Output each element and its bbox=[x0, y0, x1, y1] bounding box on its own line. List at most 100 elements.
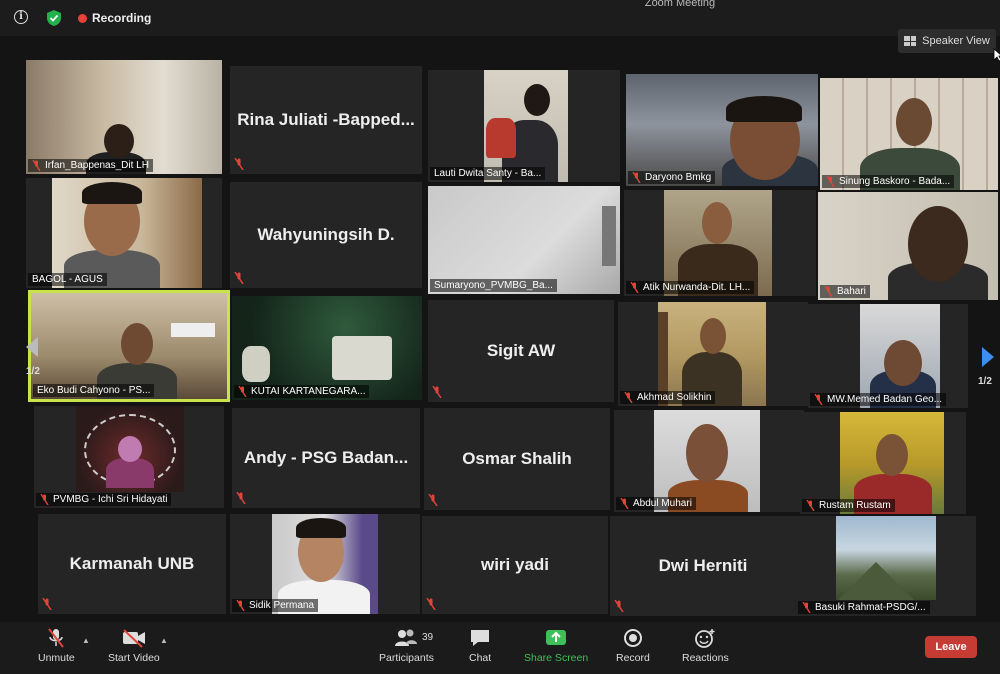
participant-name: Sumaryono_PVMBG_Ba... bbox=[434, 280, 553, 291]
start-video-button[interactable]: Start Video bbox=[108, 628, 160, 664]
participant-tile[interactable]: Wahyuningsih D. bbox=[230, 182, 422, 288]
share-screen-label: Share Screen bbox=[524, 652, 589, 664]
chat-button[interactable]: Chat bbox=[469, 628, 491, 664]
leave-button[interactable]: Leave bbox=[925, 636, 977, 658]
record-button[interactable]: Record bbox=[616, 628, 650, 664]
chat-bubble-icon bbox=[471, 630, 490, 646]
muted-mic-icon bbox=[236, 600, 245, 611]
active-speaker-tile[interactable]: Eko Budi Cahyono - PS... bbox=[28, 290, 230, 402]
participant-name-label: Sinung Baskoro - Bada... bbox=[822, 175, 955, 188]
participant-tile[interactable]: KUTAI KARTANEGARA... bbox=[232, 296, 422, 400]
participant-name-label: Daryono Bmkg bbox=[628, 171, 716, 184]
participant-video bbox=[76, 406, 184, 492]
muted-mic-icon bbox=[620, 498, 629, 509]
participant-tile[interactable]: Sidik Permana bbox=[230, 514, 420, 614]
muted-mic-icon bbox=[40, 494, 49, 505]
muted-mic-icon bbox=[428, 494, 438, 506]
participant-display-name: Andy - PSG Badan... bbox=[243, 448, 409, 467]
participant-name-label: Irfan_Bappenas_Dit LH bbox=[28, 159, 153, 172]
participant-name-label: Bahari bbox=[820, 285, 870, 298]
participant-tile[interactable]: Sinung Baskoro - Bada... bbox=[820, 78, 998, 190]
muted-mic-icon bbox=[426, 598, 436, 610]
participant-name-label: BAGOL - AGUS bbox=[28, 273, 107, 286]
participant-video bbox=[836, 516, 936, 600]
muted-mic-icon bbox=[432, 386, 442, 398]
previous-page-arrow-icon[interactable] bbox=[24, 336, 40, 358]
participant-name: Rustam Rustam bbox=[819, 500, 891, 511]
record-icon bbox=[623, 629, 642, 647]
participant-name-label: Lauti Dwita Santy - Ba... bbox=[430, 167, 546, 180]
participant-tile[interactable]: Irfan_Bappenas_Dit LH bbox=[26, 60, 222, 174]
participant-display-name: Osmar Shalih bbox=[462, 449, 572, 468]
audio-options-caret-icon[interactable]: ▲ bbox=[82, 636, 90, 645]
muted-mic-icon bbox=[632, 172, 641, 183]
grid-icon bbox=[904, 36, 917, 46]
reactions-button[interactable]: Reactions bbox=[682, 628, 729, 664]
participant-name-label: KUTAI KARTANEGARA... bbox=[234, 385, 370, 398]
participant-name: Irfan_Bappenas_Dit LH bbox=[45, 160, 149, 171]
participant-tile[interactable]: MW.Memed Badan Geo... bbox=[808, 304, 968, 408]
participant-name: PVMBG - Ichi Sri Hidayati bbox=[53, 494, 168, 505]
participant-tile[interactable]: Daryono Bmkg bbox=[626, 74, 818, 186]
participant-tile[interactable]: Rustam Rustam bbox=[800, 412, 966, 514]
participant-tile[interactable]: BAGOL - AGUS bbox=[26, 178, 222, 288]
participant-tile[interactable]: Atik Nurwanda-Dit. LH... bbox=[624, 190, 816, 296]
video-off-icon bbox=[122, 629, 145, 648]
muted-mic-icon bbox=[826, 176, 835, 187]
participant-tile[interactable]: Osmar Shalih bbox=[424, 408, 610, 510]
participant-tile[interactable]: Sumaryono_PVMBG_Ba... bbox=[428, 186, 620, 294]
next-page-arrow-icon[interactable] bbox=[980, 346, 996, 368]
participant-video bbox=[26, 60, 222, 174]
participant-name: KUTAI KARTANEGARA... bbox=[251, 386, 366, 397]
participant-name-label: Atik Nurwanda-Dit. LH... bbox=[626, 281, 755, 294]
participant-name-label: Abdul Muhari bbox=[616, 497, 696, 510]
participant-name: Daryono Bmkg bbox=[645, 172, 712, 183]
participant-tile[interactable]: Sigit AW bbox=[428, 300, 614, 402]
participant-tile[interactable]: Andy - PSG Badan... bbox=[232, 408, 420, 508]
participant-tile[interactable]: Lauti Dwita Santy - Ba... bbox=[428, 70, 620, 182]
muted-mic-icon bbox=[238, 386, 247, 397]
participant-video bbox=[818, 192, 998, 300]
participant-name: BAGOL - AGUS bbox=[32, 274, 103, 285]
participant-tile[interactable]: Akhmad Solikhin bbox=[618, 302, 808, 406]
participant-name: Sidik Permana bbox=[249, 600, 315, 611]
unmute-button[interactable]: Unmute bbox=[38, 628, 75, 664]
muted-mic-icon bbox=[814, 394, 823, 405]
participant-name: Basuki Rahmat-PSDG/... bbox=[815, 602, 926, 613]
participant-name-label: MW.Memed Badan Geo... bbox=[810, 393, 947, 406]
mouse-cursor-icon bbox=[993, 48, 1000, 62]
participant-name-label: PVMBG - Ichi Sri Hidayati bbox=[36, 493, 172, 506]
muted-mic-icon bbox=[236, 492, 246, 504]
speaker-view-button[interactable]: Speaker View bbox=[898, 29, 996, 53]
participant-tile[interactable]: Dwi Herniti bbox=[610, 516, 796, 616]
chat-label: Chat bbox=[469, 652, 492, 664]
participant-name: Abdul Muhari bbox=[633, 498, 692, 509]
participant-name: Bahari bbox=[837, 286, 866, 297]
participant-tile[interactable]: Karmanah UNB bbox=[38, 514, 226, 614]
participant-display-name: Dwi Herniti bbox=[658, 556, 748, 575]
participant-display-name: wiri yadi bbox=[480, 555, 550, 574]
participant-name: Lauti Dwita Santy - Ba... bbox=[434, 168, 542, 179]
participant-tile[interactable]: Rina Juliati -Bapped... bbox=[230, 66, 422, 174]
muted-mic-icon bbox=[42, 598, 52, 610]
record-label: Record bbox=[616, 652, 650, 664]
participant-tile[interactable]: PVMBG - Ichi Sri Hidayati bbox=[34, 406, 224, 508]
page-indicator-right: 1/2 bbox=[978, 376, 992, 387]
participant-name-label: Sidik Permana bbox=[232, 599, 319, 612]
participant-tile[interactable]: Abdul Muhari bbox=[614, 410, 804, 512]
participant-display-name: Sigit AW bbox=[486, 341, 556, 360]
muted-mic-icon bbox=[234, 272, 244, 284]
speaker-view-label: Speaker View bbox=[922, 35, 990, 47]
participant-tile[interactable]: Bahari bbox=[818, 192, 998, 300]
participant-tile[interactable]: wiri yadi bbox=[422, 516, 608, 614]
participant-display-name: Rina Juliati -Bapped... bbox=[237, 110, 415, 129]
participant-display-name: Wahyuningsih D. bbox=[257, 225, 395, 244]
video-options-caret-icon[interactable]: ▲ bbox=[160, 636, 168, 645]
share-screen-button[interactable]: Share Screen bbox=[524, 628, 588, 664]
page-indicator-left: 1/2 bbox=[26, 366, 40, 377]
participant-name-label: Rustam Rustam bbox=[802, 499, 895, 512]
participant-video bbox=[52, 178, 202, 288]
reactions-smiley-icon bbox=[695, 629, 715, 648]
start-video-label: Start Video bbox=[108, 652, 160, 664]
participant-tile[interactable]: Basuki Rahmat-PSDG/... bbox=[796, 516, 976, 616]
